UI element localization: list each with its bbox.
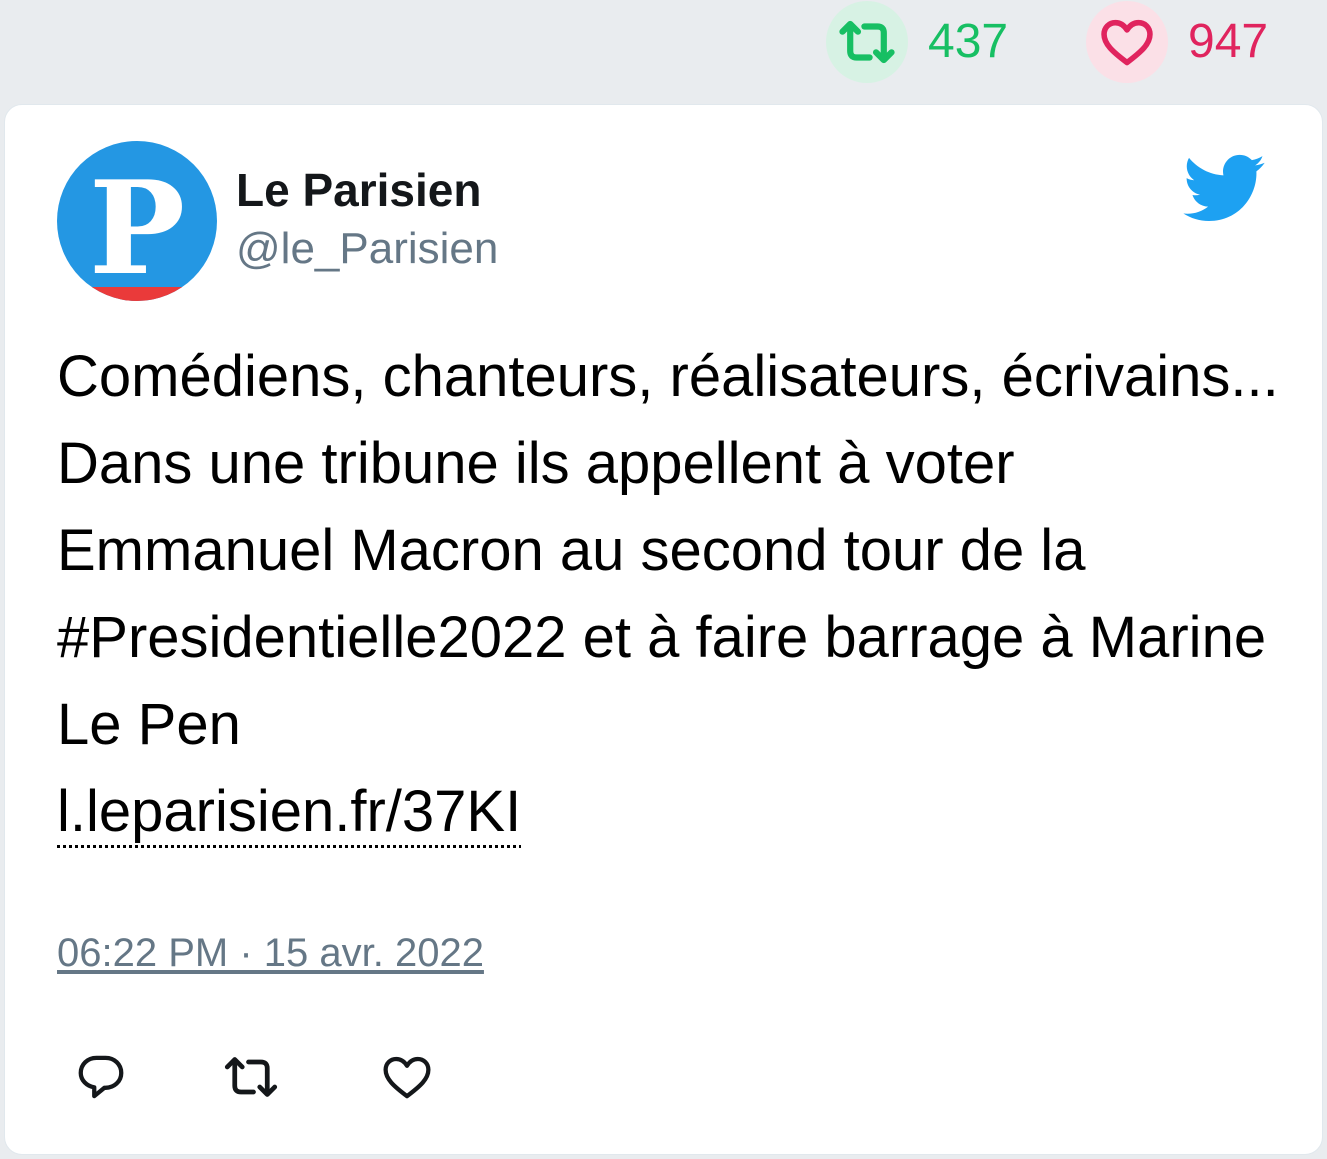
retweet-stat-circle — [826, 1, 908, 83]
retweet-count: 437 — [928, 15, 1009, 68]
author-handle[interactable]: @le_Parisien — [236, 223, 498, 276]
tweet-text: Comédiens, chanteurs, réalisateurs, écri… — [57, 344, 1279, 757]
retweet-icon — [839, 20, 895, 64]
tweet-card: P Le Parisien @le_Parisien Comédiens, ch… — [4, 104, 1323, 1155]
avatar-letter: P — [89, 154, 185, 301]
le-parisien-logo: P — [57, 141, 217, 301]
retweet-icon — [224, 1057, 278, 1097]
avatar[interactable]: P — [57, 141, 217, 301]
engagement-stats-bar: 437 947 — [0, 0, 1327, 90]
tweet-link[interactable]: l.leparisien.fr/37KI — [57, 779, 521, 844]
heart-icon — [1101, 19, 1153, 66]
like-button[interactable] — [375, 1045, 439, 1109]
reply-button[interactable] — [69, 1045, 133, 1109]
like-count: 947 — [1188, 15, 1269, 68]
reply-icon — [78, 1055, 124, 1099]
tweet-timestamp[interactable]: 06:22 PM · 15 avr. 2022 — [57, 931, 484, 976]
like-stat[interactable]: 947 — [1086, 0, 1268, 84]
retweet-button[interactable] — [219, 1045, 283, 1109]
tweet-body: Comédiens, chanteurs, réalisateurs, écri… — [57, 333, 1297, 855]
retweet-stat[interactable]: 437 — [826, 0, 1008, 84]
tweet-actions — [5, 1045, 1324, 1115]
twitter-bird-icon[interactable] — [1173, 145, 1273, 231]
like-stat-circle — [1086, 1, 1168, 83]
author-name[interactable]: Le Parisien — [236, 163, 481, 218]
heart-icon — [383, 1056, 431, 1099]
